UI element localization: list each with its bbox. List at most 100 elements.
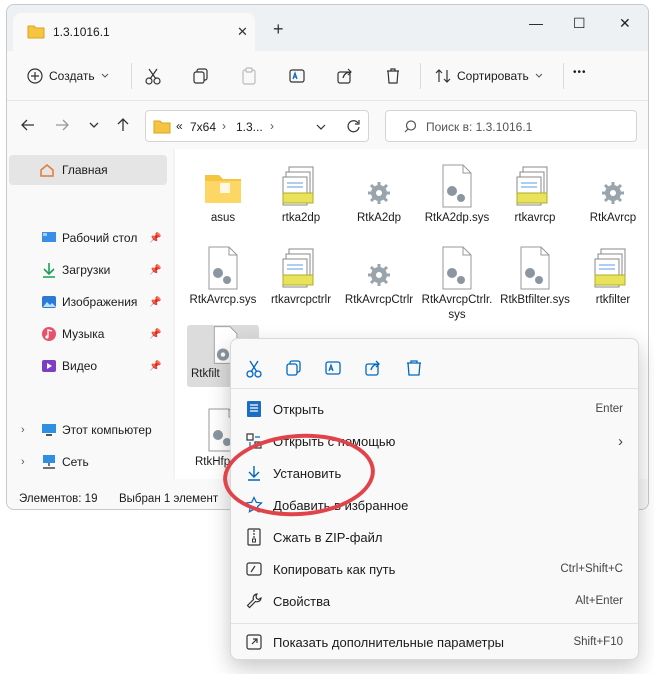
pin-icon[interactable]: 📌 (149, 329, 161, 340)
file-item[interactable]: rtkavrcpctrlr (263, 245, 339, 308)
address-dropdown-icon[interactable] (316, 124, 326, 131)
rename-icon[interactable] (288, 67, 306, 85)
file-name: RtkAvrcp (589, 212, 637, 224)
menu-item-properties[interactable]: Свойства Alt+Enter (237, 585, 633, 617)
copy-icon[interactable] (192, 67, 210, 85)
pin-icon[interactable]: 📌 (149, 361, 161, 372)
menu-item-copy-path[interactable]: Копировать как путь Ctrl+Shift+C (237, 553, 633, 585)
menu-item-open[interactable]: Открыть Enter (237, 393, 633, 425)
forward-arrow-icon[interactable] (55, 119, 69, 131)
tab-title: 1.3.1016.1 (53, 25, 110, 39)
desktop-icon (42, 232, 56, 242)
delete-icon[interactable] (403, 357, 425, 379)
menu-shortcut: Enter (595, 403, 624, 415)
system-file-icon (201, 245, 245, 291)
close-window-button[interactable]: ✕ (619, 15, 631, 32)
refresh-icon[interactable] (346, 119, 361, 134)
file-item[interactable]: rtkavrcp (497, 163, 573, 226)
file-item[interactable]: RtkAvrcpCtrlr (341, 245, 417, 308)
sidebar-item-pictures[interactable]: Изображения 📌 (9, 287, 167, 317)
music-icon (42, 327, 56, 341)
menu-item-more-options[interactable]: Показать дополнительные параметры Shift+… (237, 626, 633, 658)
recent-locations-icon[interactable] (89, 122, 99, 129)
pin-icon[interactable]: 📌 (149, 233, 161, 244)
sidebar-label-pictures: Изображения (62, 295, 138, 309)
file-item[interactable]: rtkfilter (575, 245, 648, 308)
tab-close-button[interactable]: ✕ (237, 24, 248, 40)
sidebar-label-network: Сеть (62, 455, 89, 469)
more-options-button[interactable]: ••• (573, 67, 587, 78)
breadcrumb-7x64[interactable]: 7x64 (190, 120, 216, 134)
submenu-chevron-icon: › (618, 432, 623, 450)
search-box[interactable]: Поиск в: 1.3.1016.1 (385, 110, 637, 142)
file-item[interactable]: RtkAvrcp (575, 163, 648, 226)
file-item[interactable]: rtka2dp (263, 163, 339, 226)
sidebar-item-this-pc[interactable]: › Этот компьютер (9, 415, 167, 445)
search-placeholder: Поиск в: 1.3.1016.1 (426, 120, 533, 134)
file-item[interactable]: RtkA2dp (341, 163, 417, 226)
gear-file-icon (357, 245, 401, 291)
menu-label: Копировать как путь (273, 561, 396, 577)
file-item[interactable]: RtkAvrcpCtrlr.sys (419, 245, 495, 323)
cut-icon[interactable] (144, 67, 162, 85)
command-bar: Создать Сортировать ••• (7, 51, 648, 101)
setup-info-icon (279, 163, 323, 209)
pictures-icon (42, 296, 56, 308)
tab-current-folder[interactable]: 1.3.1016.1 ✕ (13, 13, 255, 51)
file-item[interactable]: RtkAvrcp.sys (185, 245, 261, 308)
address-bar[interactable]: « 7x64 › 1.3... › (145, 110, 369, 142)
setup-info-icon (591, 245, 635, 291)
path-overflow[interactable]: « (176, 119, 183, 133)
file-name: RtkAvrcpCtrlr (344, 294, 414, 306)
create-button[interactable]: Создать (27, 65, 109, 87)
rename-icon[interactable] (323, 357, 345, 379)
sidebar-item-downloads[interactable]: Загрузки 📌 (9, 255, 167, 285)
file-name: RtkAvrcp.sys (189, 294, 257, 306)
back-arrow-icon[interactable] (21, 119, 35, 131)
share-icon[interactable] (336, 67, 354, 85)
file-name: rtkfilter (595, 294, 631, 306)
file-name: RtkAvrcpCtrlr.sys (421, 294, 493, 321)
menu-shortcut: Shift+F10 (573, 636, 623, 648)
up-arrow-icon[interactable] (117, 118, 129, 132)
toolbar-divider (563, 63, 564, 89)
sidebar-item-music[interactable]: Музыка 📌 (9, 319, 167, 349)
network-icon (43, 455, 55, 469)
copy-icon[interactable] (283, 357, 305, 379)
create-label: Создать (49, 69, 95, 83)
sort-button[interactable]: Сортировать (435, 65, 543, 87)
cut-icon[interactable] (243, 357, 265, 379)
sidebar-item-video[interactable]: Видео 📌 (9, 351, 167, 381)
maximize-button[interactable]: ☐ (573, 15, 586, 32)
sidebar-label-this-pc: Этот компьютер (62, 423, 152, 437)
sidebar-label-music: Музыка (62, 327, 105, 341)
expand-chevron-icon[interactable]: › (21, 456, 25, 468)
open-icon (247, 401, 261, 417)
video-icon (42, 360, 56, 372)
plus-circle-icon (27, 68, 43, 84)
system-file-icon (435, 163, 479, 209)
file-item[interactable]: RtkBtfilter.sys (497, 245, 573, 308)
sort-icon (435, 69, 451, 83)
file-name: rtkavrcpctrlr (270, 294, 332, 306)
menu-item-zip[interactable]: Сжать в ZIP-файл (237, 521, 633, 553)
gear-file-icon (357, 163, 401, 209)
sidebar-item-network[interactable]: › Сеть (9, 447, 167, 477)
menu-label: Открыть (273, 401, 325, 417)
file-name: rtkavrcp (514, 212, 556, 224)
expand-chevron-icon[interactable]: › (21, 424, 25, 436)
chevron-down-icon (101, 73, 108, 78)
pin-icon[interactable]: 📌 (149, 265, 161, 276)
more-options-icon (246, 634, 262, 650)
minimize-button[interactable]: — (529, 15, 543, 31)
share-icon[interactable] (363, 357, 385, 379)
file-item[interactable]: RtkA2dp.sys (419, 163, 495, 226)
pin-icon[interactable]: 📌 (149, 297, 161, 308)
sidebar-item-home[interactable]: Главная (9, 155, 167, 185)
new-tab-button[interactable]: + (273, 19, 284, 40)
breadcrumb-current[interactable]: 1.3... (236, 120, 263, 134)
folder-icon (201, 163, 245, 209)
file-item[interactable]: asus (185, 163, 261, 226)
delete-icon[interactable] (384, 67, 402, 85)
sidebar-item-desktop[interactable]: Рабочий стол 📌 (9, 223, 167, 253)
